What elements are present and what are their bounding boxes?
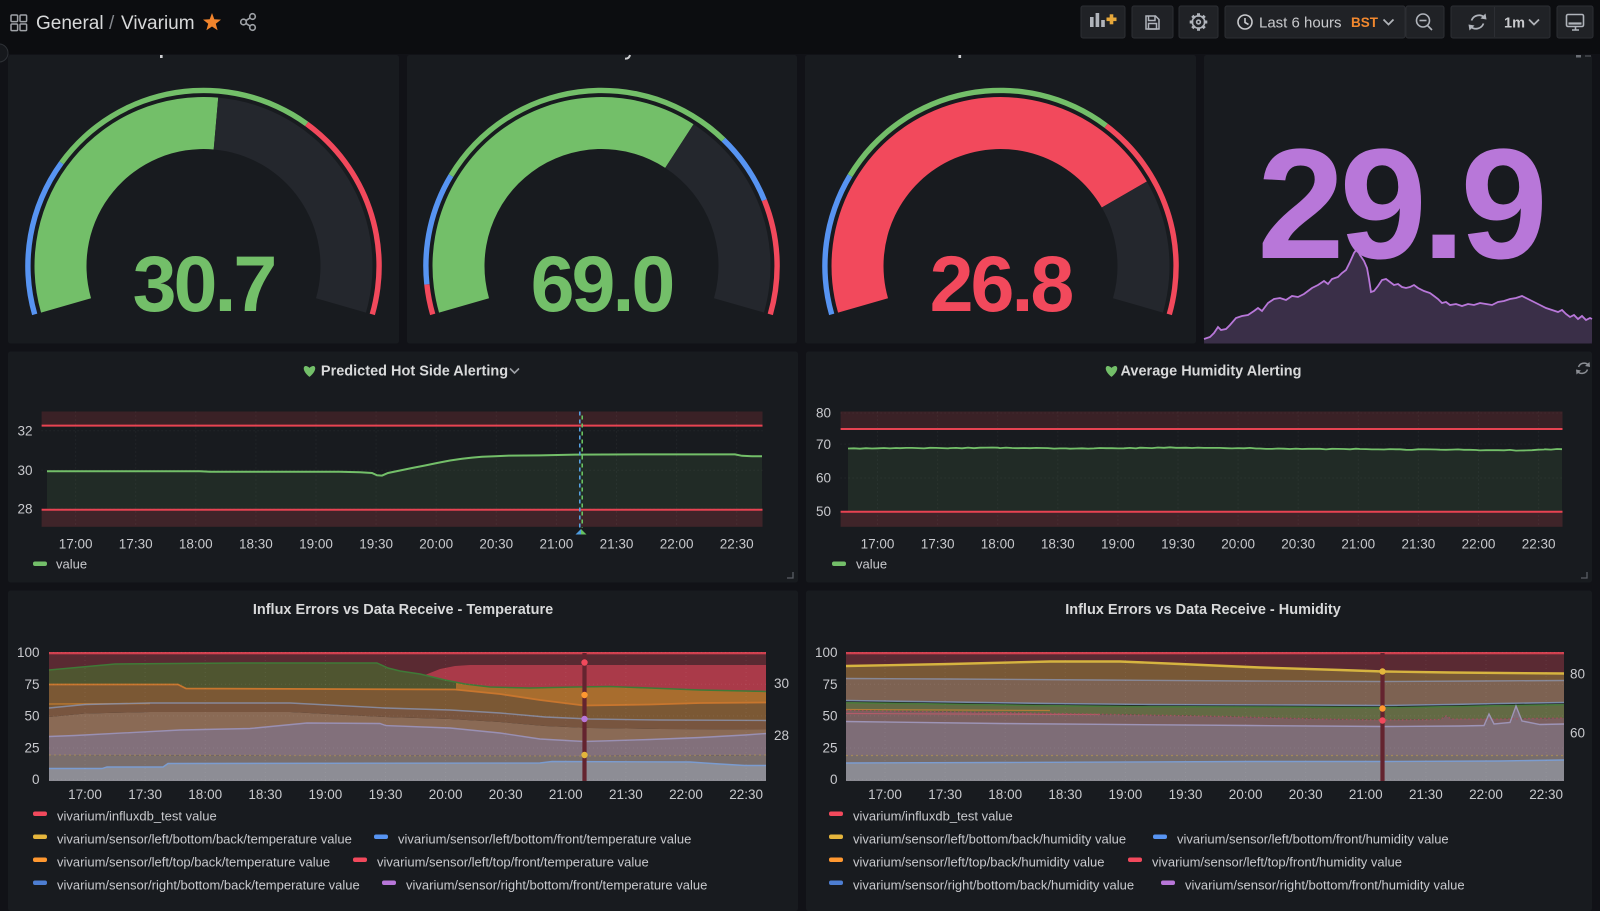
svg-text:vivarium/sensor/left/bottom/fr: vivarium/sensor/left/bottom/front/humidi…	[1177, 832, 1449, 847]
svg-text:19:00: 19:00	[299, 536, 333, 551]
svg-text:vivarium/sensor/right/bottom/b: vivarium/sensor/right/bottom/back/humidi…	[853, 878, 1134, 893]
svg-text:17:30: 17:30	[928, 787, 962, 802]
svg-text:20:00: 20:00	[429, 787, 463, 802]
svg-text:21:30: 21:30	[1409, 787, 1443, 802]
svg-text:Average Humidity Alerting: Average Humidity Alerting	[1120, 364, 1301, 380]
svg-text:28: 28	[17, 502, 32, 517]
svg-text:22:00: 22:00	[660, 536, 694, 551]
svg-text:30: 30	[17, 463, 32, 478]
svg-text:20:30: 20:30	[1281, 536, 1315, 551]
svg-text:1m: 1m	[1504, 16, 1525, 32]
svg-text:21:30: 21:30	[609, 787, 643, 802]
svg-text:vivarium/sensor/left/top/back/: vivarium/sensor/left/top/back/temperatur…	[57, 855, 330, 870]
svg-text:value: value	[856, 557, 887, 572]
svg-text:0: 0	[32, 772, 40, 787]
svg-text:20:00: 20:00	[1221, 536, 1255, 551]
svg-text:22:00: 22:00	[1469, 787, 1503, 802]
svg-text:value: value	[56, 557, 87, 572]
svg-text:75: 75	[822, 677, 837, 692]
svg-text:vivarium/sensor/right/bottom/f: vivarium/sensor/right/bottom/front/humid…	[1185, 878, 1465, 893]
svg-text:60: 60	[1570, 726, 1585, 741]
svg-text:19:00: 19:00	[1109, 787, 1143, 802]
svg-text:50: 50	[24, 709, 39, 724]
svg-text:30: 30	[774, 676, 789, 691]
svg-text:19:00: 19:00	[309, 787, 343, 802]
svg-text:vivarium/influxdb_test value: vivarium/influxdb_test value	[57, 809, 217, 824]
svg-text:18:00: 18:00	[188, 787, 222, 802]
svg-text:18:30: 18:30	[239, 536, 273, 551]
svg-text:75: 75	[24, 677, 39, 692]
svg-text:20:00: 20:00	[1229, 787, 1263, 802]
svg-text:50: 50	[816, 504, 831, 519]
svg-text:vivarium/sensor/left/top/back/: vivarium/sensor/left/top/back/humidity v…	[853, 855, 1104, 870]
svg-text:Predicted Hot Side Alerting: Predicted Hot Side Alerting	[321, 364, 508, 380]
svg-text:21:00: 21:00	[1341, 536, 1375, 551]
svg-text:/: /	[109, 13, 115, 34]
svg-text:22:30: 22:30	[729, 787, 763, 802]
svg-text:17:00: 17:00	[59, 536, 93, 551]
svg-text:19:30: 19:30	[369, 787, 403, 802]
svg-text:vivarium/sensor/left/bottom/ba: vivarium/sensor/left/bottom/back/tempera…	[57, 832, 352, 847]
svg-text:17:00: 17:00	[861, 536, 895, 551]
svg-text:69.0: 69.0	[531, 239, 673, 328]
svg-text:50: 50	[822, 709, 837, 724]
svg-text:21:00: 21:00	[1349, 787, 1383, 802]
svg-text:18:30: 18:30	[1041, 536, 1075, 551]
svg-text:26.8: 26.8	[930, 239, 1073, 328]
svg-text:17:00: 17:00	[68, 787, 102, 802]
svg-text:22:30: 22:30	[720, 536, 754, 551]
svg-text:22:00: 22:00	[669, 787, 703, 802]
svg-text:20:00: 20:00	[419, 536, 453, 551]
svg-text:25: 25	[822, 741, 837, 756]
svg-text:21:00: 21:00	[540, 536, 574, 551]
svg-text:80: 80	[1570, 667, 1585, 682]
svg-text:17:30: 17:30	[119, 536, 153, 551]
svg-text:100: 100	[17, 645, 40, 660]
svg-text:vivarium/sensor/left/bottom/ba: vivarium/sensor/left/bottom/back/humidit…	[853, 832, 1126, 847]
svg-text:vivarium/sensor/left/bottom/fr: vivarium/sensor/left/bottom/front/temper…	[398, 832, 691, 847]
svg-text:19:00: 19:00	[1101, 536, 1135, 551]
svg-text:17:30: 17:30	[921, 536, 955, 551]
svg-text:vivarium/sensor/right/bottom/b: vivarium/sensor/right/bottom/back/temper…	[57, 878, 360, 893]
svg-text:20:30: 20:30	[479, 536, 513, 551]
svg-text:19:30: 19:30	[1161, 536, 1195, 551]
svg-text:0: 0	[830, 772, 838, 787]
svg-text:17:00: 17:00	[868, 787, 902, 802]
svg-text:30.7: 30.7	[133, 239, 275, 328]
svg-text:22:30: 22:30	[1529, 787, 1563, 802]
svg-text:20:30: 20:30	[1289, 787, 1323, 802]
svg-text:21:00: 21:00	[549, 787, 583, 802]
svg-text:18:30: 18:30	[1048, 787, 1082, 802]
svg-text:21:30: 21:30	[600, 536, 634, 551]
svg-text:60: 60	[816, 471, 831, 486]
svg-text:BST: BST	[1351, 15, 1379, 30]
svg-text:18:30: 18:30	[248, 787, 282, 802]
svg-text:Influx Errors vs Data Receive: Influx Errors vs Data Receive - Humidity	[1065, 602, 1341, 618]
svg-text:25: 25	[24, 741, 39, 756]
svg-text:22:30: 22:30	[1522, 536, 1556, 551]
svg-text:28: 28	[774, 728, 789, 743]
svg-text:Vivarium: Vivarium	[121, 13, 195, 34]
svg-text:29.9: 29.9	[1257, 117, 1543, 292]
svg-text:18:00: 18:00	[981, 536, 1015, 551]
svg-text:17:30: 17:30	[128, 787, 162, 802]
svg-text:18:00: 18:00	[179, 536, 213, 551]
svg-text:Last 6 hours: Last 6 hours	[1259, 15, 1342, 32]
svg-text:vivarium/sensor/left/top/front: vivarium/sensor/left/top/front/temperatu…	[377, 855, 649, 870]
svg-text:100: 100	[815, 645, 838, 660]
svg-text:32: 32	[17, 424, 32, 439]
svg-text:General: General	[36, 13, 104, 34]
svg-text:80: 80	[816, 406, 831, 421]
svg-text:70: 70	[816, 437, 831, 452]
svg-text:vivarium/sensor/left/top/front: vivarium/sensor/left/top/front/humidity …	[1152, 855, 1402, 870]
svg-text:21:30: 21:30	[1402, 536, 1436, 551]
svg-text:22:00: 22:00	[1462, 536, 1496, 551]
svg-text:vivarium/influxdb_test value: vivarium/influxdb_test value	[853, 809, 1013, 824]
svg-text:vivarium/sensor/right/bottom/f: vivarium/sensor/right/bottom/front/tempe…	[406, 878, 707, 893]
svg-text:19:30: 19:30	[359, 536, 393, 551]
svg-text:19:30: 19:30	[1169, 787, 1203, 802]
svg-text:18:00: 18:00	[988, 787, 1022, 802]
svg-text:20:30: 20:30	[489, 787, 523, 802]
svg-text:Influx Errors vs Data Receive: Influx Errors vs Data Receive - Temperat…	[253, 602, 553, 618]
